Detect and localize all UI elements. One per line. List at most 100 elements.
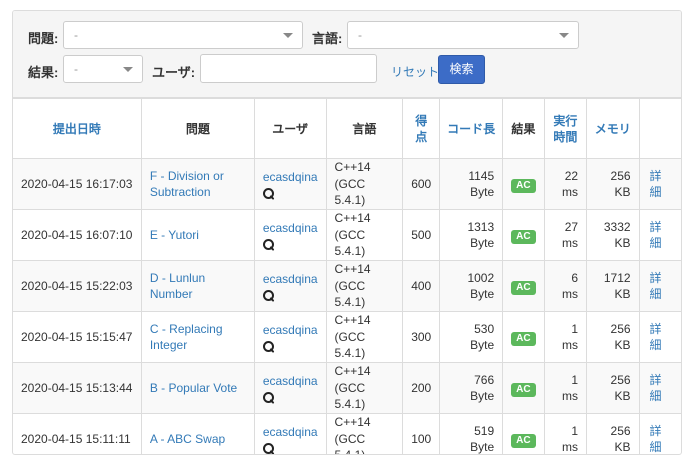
header-exec-time-line2: 時間 [553, 129, 578, 144]
memory-cell: 256 KB [586, 311, 640, 363]
memory-cell: 1712 KB [586, 260, 640, 312]
language-cell: C++14(GCC 5.4.1) [325, 362, 404, 414]
exec-time-value: 1 ms [562, 372, 579, 404]
user-link[interactable]: ecasdqina [263, 374, 318, 388]
table-row: 2020-04-15 15:15:47 C - Replacing Integer… [13, 311, 681, 363]
detail-line1: 詳 [649, 168, 662, 183]
header-exec-time-line1: 実行 [553, 113, 578, 128]
user-cell: ecasdqina [253, 362, 327, 414]
code-length-cell: 1002 Byte [439, 260, 504, 312]
status-badge: AC [511, 178, 536, 193]
magnifier-icon[interactable] [262, 187, 275, 200]
header-language: 言語 [325, 98, 404, 159]
result-select[interactable]: - [63, 55, 143, 83]
detail-link[interactable]: 詳細 [650, 322, 662, 353]
detail-line1: 詳 [649, 321, 662, 336]
language-line2: (GCC 5.4.1) [334, 176, 366, 208]
detail-cell: 詳細 [638, 311, 681, 363]
problem-cell: A - ABC Swap [140, 413, 255, 454]
caret-down-icon [123, 67, 133, 72]
header-detail [638, 98, 681, 159]
user-link[interactable]: ecasdqina [263, 323, 318, 337]
reset-link[interactable]: リセット [391, 63, 439, 80]
user-cell: ecasdqina [253, 311, 327, 363]
problem-link[interactable]: B - Popular Vote [150, 381, 237, 395]
language-cell: C++14(GCC 5.4.1) [325, 209, 404, 261]
language-line1: C++14 [334, 211, 371, 226]
magnifier-icon[interactable] [262, 442, 275, 454]
code-length-cell: 519 Byte [439, 413, 504, 454]
exec-time-cell: 6 ms [543, 260, 588, 312]
memory-unit: KB [614, 338, 631, 352]
code-length-unit: Byte [470, 287, 495, 301]
user-cell: ecasdqina [253, 260, 327, 312]
header-score-line1: 得 [415, 113, 428, 128]
language-filter-label: 言語: [312, 31, 343, 46]
language-line2: (GCC 5.4.1) [334, 329, 366, 361]
magnifier-icon[interactable] [262, 391, 275, 404]
header-score-line2: 点 [415, 129, 428, 144]
header-code-length[interactable]: コード長 [439, 98, 504, 159]
user-input[interactable] [200, 54, 377, 83]
user-link[interactable]: ecasdqina [263, 170, 318, 184]
header-result: 結果 [502, 98, 545, 159]
memory-unit: KB [614, 287, 631, 301]
detail-link[interactable]: 詳細 [650, 169, 662, 200]
magnifier-icon[interactable] [262, 238, 275, 251]
problem-cell: D - Lunlun Number [140, 260, 255, 312]
language-line2: (GCC 5.4.1) [334, 380, 366, 412]
exec-time-cell: 1 ms [543, 311, 588, 363]
user-filter-label: ユーザ: [152, 65, 196, 80]
problem-filter-label: 問題: [28, 31, 59, 46]
search-button[interactable]: 検索 [438, 55, 485, 84]
header-problem-label: 問題 [185, 121, 210, 136]
header-score[interactable]: 得点 [402, 98, 441, 159]
detail-line1: 詳 [649, 423, 662, 438]
language-select-value: - [358, 28, 362, 42]
magnifier-icon[interactable] [262, 289, 275, 302]
detail-link[interactable]: 詳細 [650, 220, 662, 251]
memory-unit: KB [614, 440, 631, 454]
problem-select[interactable]: - [63, 21, 303, 49]
problem-select-value: - [74, 28, 78, 42]
memory-unit: KB [614, 389, 631, 403]
result-cell: AC [502, 158, 545, 210]
exec-time-cell: 22 ms [543, 158, 588, 210]
header-exec-time[interactable]: 実行 時間 [543, 98, 588, 159]
user-link[interactable]: ecasdqina [263, 425, 318, 439]
header-submitted[interactable]: 提出日時 [13, 98, 142, 159]
table-row: 2020-04-15 15:22:03 D - Lunlun Number eca… [13, 260, 681, 312]
problem-link[interactable]: C - Replacing Integer [150, 322, 223, 353]
header-user-label: ユーザ [272, 121, 309, 136]
status-badge: AC [511, 280, 536, 295]
problem-link[interactable]: A - ABC Swap [150, 432, 225, 446]
header-result-label: 結果 [511, 121, 536, 136]
code-length-unit: Byte [470, 338, 495, 352]
detail-cell: 詳細 [638, 209, 681, 261]
detail-line2: 細 [649, 389, 662, 403]
code-length-unit: Byte [470, 389, 495, 403]
header-memory[interactable]: メモリ [586, 98, 640, 159]
language-line1: C++14 [334, 262, 371, 277]
problem-link[interactable]: E - Yutori [150, 228, 199, 242]
language-cell: C++14(GCC 5.4.1) [325, 158, 404, 210]
problem-name-line2: Integer [149, 338, 188, 352]
problem-link[interactable]: D - Lunlun Number [150, 271, 205, 302]
language-line1: C++14 [334, 364, 371, 379]
language-select[interactable]: - [347, 21, 579, 49]
exec-time-value: 27 [564, 219, 579, 234]
result-cell: AC [502, 311, 545, 363]
user-link[interactable]: ecasdqina [263, 272, 318, 286]
magnifier-icon[interactable] [262, 340, 275, 353]
code-length-unit: Byte [470, 185, 495, 199]
problem-name-line2: Number [149, 287, 193, 301]
problem-link[interactable]: F - Division or Subtraction [150, 169, 224, 200]
detail-link[interactable]: 詳細 [650, 271, 662, 302]
language-line1: C++14 [334, 160, 371, 175]
result-filter-label: 結果: [28, 65, 59, 80]
user-cell: ecasdqina [253, 158, 327, 210]
detail-link[interactable]: 詳細 [650, 373, 662, 404]
user-link[interactable]: ecasdqina [263, 221, 318, 235]
detail-link[interactable]: 詳細 [650, 424, 662, 455]
submitted-date: 2020-04-15 15:13:44 [13, 362, 142, 414]
